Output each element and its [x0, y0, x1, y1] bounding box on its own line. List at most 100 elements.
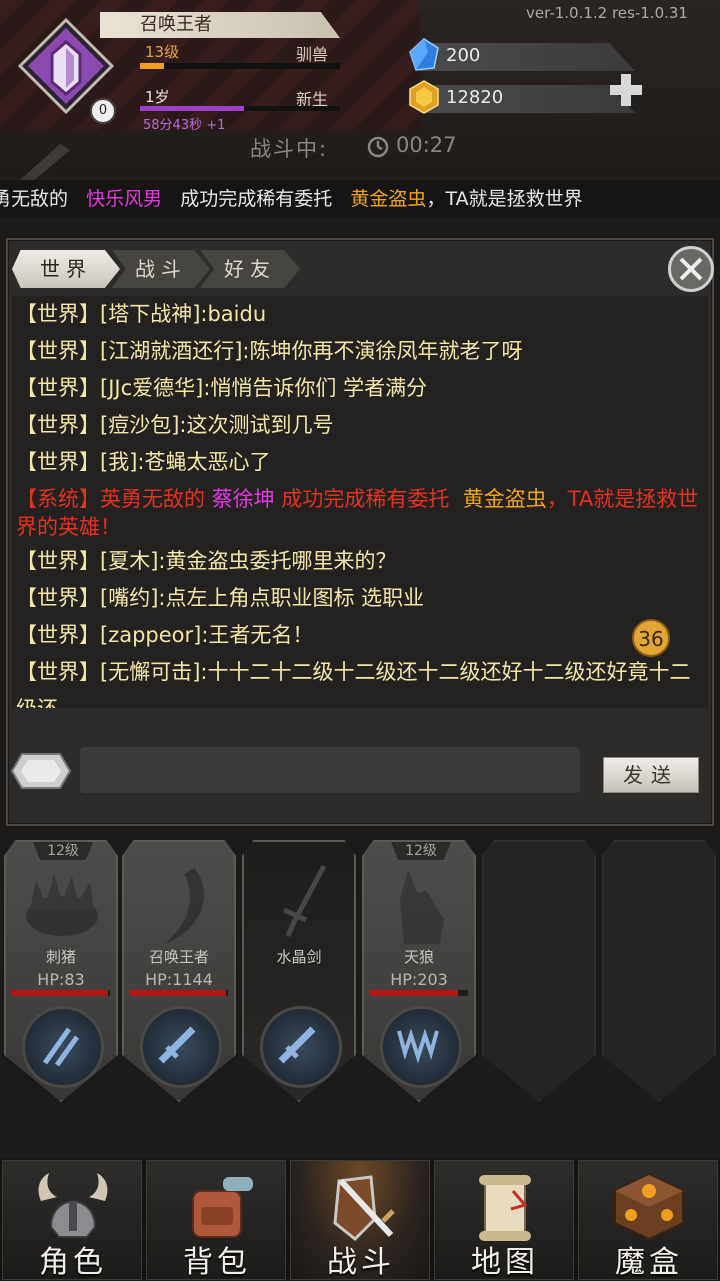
system-player: 蔡徐坤	[211, 487, 275, 511]
crystal-count: 200	[446, 45, 481, 66]
chat-message: 【世界】[江湖就酒还行]:陈坤你再不演徐凤年就老了呀	[12, 333, 708, 370]
system-message: 【系统】英勇无敌的 蔡徐坤 成功完成稀有委托 黄金盗虫，TA就是拯救世界的英雄！	[12, 481, 708, 543]
chat-log[interactable]: 【世界】[塔下战神]:baidu 【世界】[江湖就酒还行]:陈坤你再不演徐凤年就…	[12, 296, 708, 708]
marquee-player: 快乐风男	[86, 188, 163, 210]
team-card-empty[interactable]	[482, 840, 596, 1102]
tab-battle[interactable]: 战斗	[112, 250, 210, 288]
chat-text: [JJc爱德华]:悄悄告诉你们 学者满分	[100, 376, 428, 400]
hp-bar	[370, 990, 468, 996]
card-name: 刺猪	[45, 948, 76, 966]
wolf-icon	[400, 870, 444, 944]
hp-bar	[12, 990, 110, 996]
clock-icon	[367, 136, 389, 158]
nav-label: 角色	[39, 1245, 107, 1280]
card-level	[151, 842, 211, 860]
team-card-hedgehog[interactable]: 12级 刺猪 HP:83	[4, 840, 118, 1102]
chat-channel: 【世界】	[16, 339, 100, 363]
chat-message: 【世界】[无懈可击]:十十二十二级十二级还十二级还好十二级还好竟十二级还	[12, 654, 708, 708]
system-channel: 【系统】	[16, 487, 100, 511]
gold-count: 12820	[446, 87, 504, 108]
marquee-middle: 成功完成稀有委托	[180, 188, 333, 210]
card-level: 12级	[391, 842, 451, 860]
backpack-icon	[192, 1177, 253, 1238]
skill-slash-icon[interactable]	[22, 1006, 104, 1088]
nav-label: 战斗	[327, 1245, 395, 1280]
nav-map[interactable]: 地图	[434, 1160, 574, 1280]
hp-bar	[130, 990, 228, 996]
card-hp: HP:83	[37, 970, 85, 989]
horned-helmet-icon	[38, 1173, 108, 1238]
nav-battle[interactable]: 战斗	[290, 1160, 430, 1280]
chat-channel: 【世界】	[16, 376, 100, 400]
announcement-marquee: 勇无敌的 快乐风男 成功完成稀有委托 黄金盗虫，TA就是拯救世界	[0, 180, 720, 218]
chat-channel: 【世界】	[16, 623, 100, 647]
player-name: 召唤王者	[100, 12, 340, 38]
marquee-suffix: ，TA就是拯救世界	[426, 188, 583, 210]
scimitar-icon	[164, 868, 204, 944]
chat-message: 【世界】[zappeor]:王者无名！	[12, 617, 708, 654]
system-prefix: 英勇无敌的	[100, 487, 205, 511]
battle-status: 战斗中:	[250, 137, 329, 161]
emoji-hexagon-icon[interactable]	[10, 752, 72, 790]
chat-message: 【世界】[我]:苍蝇太恶心了	[12, 444, 708, 481]
player-class-title: 驯兽	[296, 45, 329, 64]
system-quest: 黄金盗虫	[462, 487, 547, 511]
crystal-sword-icon	[282, 864, 327, 937]
battle-timer: 00:27	[396, 133, 457, 157]
chat-channel: 【世界】	[16, 450, 100, 474]
chat-message: 【世界】[嘴约]:点左上角点职业图标 选职业	[12, 580, 708, 617]
add-currency-plus-icon[interactable]	[608, 70, 644, 110]
hedgehog-icon	[26, 874, 98, 936]
chat-channel: 【世界】	[16, 549, 100, 573]
version-label: ver-1.0.1.2 res-1.0.31	[526, 4, 688, 22]
chat-text: [江湖就酒还行]:陈坤你再不演徐凤年就老了呀	[100, 339, 523, 363]
system-middle: 成功完成稀有委托	[281, 487, 450, 511]
nav-backpack[interactable]: 背包	[146, 1160, 286, 1280]
tab-friends[interactable]: 好友	[200, 250, 300, 288]
chat-channel: 【世界】	[16, 302, 100, 326]
chat-text: [zappeor]:王者无名！	[100, 623, 314, 647]
chat-input[interactable]	[80, 747, 580, 793]
gold-gem-icon	[409, 80, 439, 114]
sword-icon	[20, 144, 70, 184]
player-age: 1岁	[145, 88, 170, 106]
chat-message: 【世界】[痘沙包]:这次测试到几号	[12, 407, 708, 444]
unread-count-badge[interactable]: 36	[632, 619, 670, 657]
team-card-empty[interactable]	[602, 840, 716, 1102]
chat-text: [无懈可击]:十十二十二级十二级还十二级还好十二级还好竟十二级还	[16, 660, 691, 708]
nav-character[interactable]: 角色	[2, 1160, 142, 1280]
chat-message: 【世界】[JJc爱德华]:悄悄告诉你们 学者满分	[12, 370, 708, 407]
team-card-summoner[interactable]: 召唤王者 HP:1144	[122, 840, 236, 1102]
card-name: 水晶剑	[276, 948, 322, 966]
chat-text: [夏木]:黄金盗虫委托哪里来的？	[100, 549, 397, 573]
skill-sword-icon[interactable]	[140, 1006, 222, 1088]
skill-sword-icon[interactable]	[260, 1006, 342, 1088]
card-hp: HP:203	[390, 970, 448, 989]
send-button[interactable]: 发送	[603, 757, 699, 793]
scroll-map-icon	[479, 1175, 531, 1241]
tab-world[interactable]: 世界	[12, 250, 120, 288]
chat-message: 【世界】[塔下战神]:baidu	[12, 296, 708, 333]
team-card-wolf[interactable]: 12级 天狼 HP:203	[362, 840, 476, 1102]
card-hp: HP:1144	[145, 970, 213, 989]
hp-bar-fill	[130, 990, 227, 996]
nav-label: 地图	[471, 1245, 539, 1280]
age-timer: 58分43秒 +1	[143, 118, 226, 133]
team-card-crystal-sword[interactable]: 水晶剑	[242, 840, 356, 1102]
shield-sword-icon	[333, 1175, 395, 1242]
exp-bar	[140, 63, 340, 69]
magic-cube-icon	[614, 1173, 684, 1241]
nav-label: 魔盒	[615, 1245, 683, 1280]
marquee-quest: 黄金盗虫	[350, 188, 427, 210]
marquee-prefix: 勇无敌的	[0, 188, 69, 210]
age-bar-fill	[140, 106, 244, 111]
nav-magic-box[interactable]: 魔盒	[578, 1160, 718, 1280]
chat-channel: 【世界】	[16, 413, 100, 437]
chat-channel: 【世界】	[16, 660, 100, 684]
chat-text: [塔下战神]:baidu	[100, 302, 267, 326]
card-name: 召唤王者	[148, 948, 209, 966]
skill-fangs-icon[interactable]	[380, 1006, 462, 1088]
chat-text: [嘴约]:点左上角点职业图标 选职业	[100, 586, 425, 610]
close-button[interactable]	[668, 246, 714, 292]
chat-text: [我]:苍蝇太恶心了	[100, 450, 271, 474]
